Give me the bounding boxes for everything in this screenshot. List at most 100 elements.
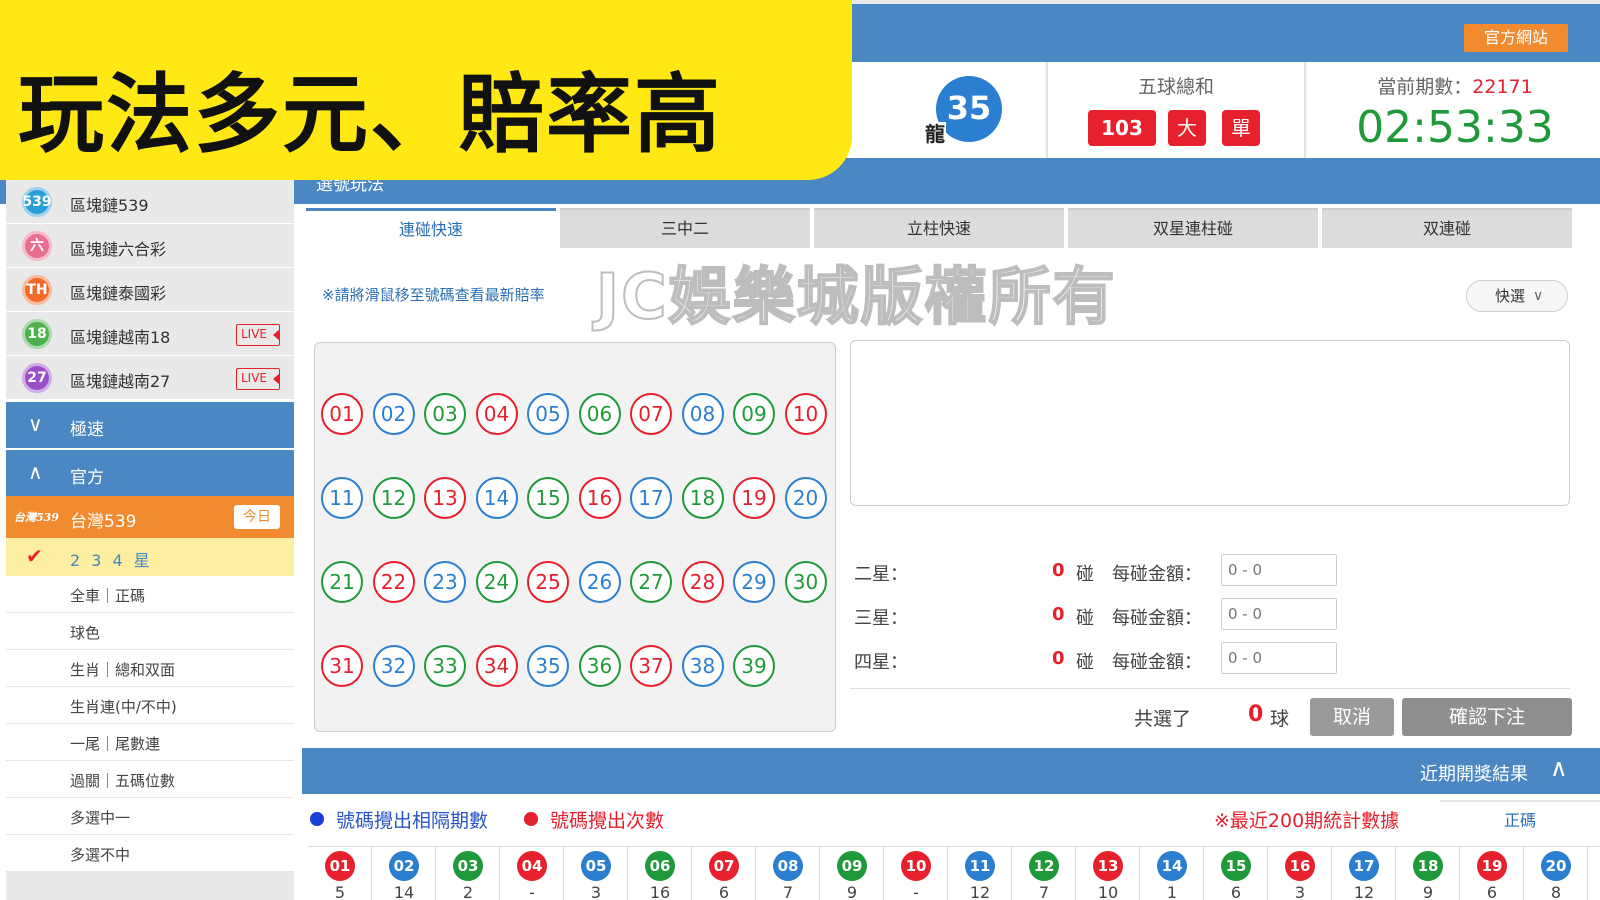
red-dot-icon xyxy=(524,812,538,826)
number-ball[interactable]: 32 xyxy=(372,645,415,687)
lottery-icon: TH xyxy=(22,275,52,305)
result-cell: 12 7 xyxy=(1012,847,1076,900)
number-ball[interactable]: 18 xyxy=(681,477,724,519)
number-ball[interactable]: 34 xyxy=(475,645,518,687)
combo-unit: 碰 xyxy=(1076,564,1094,585)
sidebar: 539 區塊鏈539 六區塊鏈六合彩 TH 區塊鏈泰國彩 18 區塊鏈越南18 LIVE 27 區… xyxy=(6,180,294,900)
quick-select-dropdown[interactable]: 快選 ∨ xyxy=(1466,280,1568,312)
number-ball[interactable]: 03 xyxy=(424,393,466,435)
sum-big-badge: 大 xyxy=(1168,110,1206,146)
sidebar-sub-item[interactable]: 全車｜正碼 xyxy=(6,576,294,613)
number-ball[interactable]: 19 xyxy=(733,477,775,519)
number-ball[interactable]: 38 xyxy=(681,645,724,687)
sidebar-sub-item[interactable]: 生肖連(中/不中) xyxy=(6,687,294,724)
result-ball: 08 xyxy=(773,851,803,881)
sidebar-sub-item[interactable]: 過關｜五碼位數 xyxy=(6,761,294,798)
number-ball[interactable]: 35 xyxy=(527,645,569,687)
number-ball[interactable]: 15 xyxy=(527,477,569,519)
tab-zhengma[interactable]: 正碼 xyxy=(1440,800,1600,840)
number-ball[interactable]: 23 xyxy=(424,561,466,603)
number-ball[interactable]: 13 xyxy=(424,477,466,519)
number-ball[interactable]: 29 xyxy=(733,561,775,603)
result-cell: 03 2 xyxy=(436,847,500,900)
sidebar-sub-label: 多選中一 xyxy=(70,809,131,827)
recent-results-bar[interactable]: 近期開獎結果 ∧ xyxy=(302,748,1600,794)
tab-play-3[interactable]: 双星連柱碰 xyxy=(1068,208,1318,248)
number-ball[interactable]: 25 xyxy=(527,561,569,603)
sidebar-sub-item[interactable]: 多選中一 xyxy=(6,798,294,835)
sidebar-sub-item[interactable]: 一尾｜尾數連 xyxy=(6,724,294,761)
amount-input[interactable] xyxy=(1221,642,1337,674)
sidebar-sub-item[interactable]: 球色 xyxy=(6,613,294,650)
divider xyxy=(1304,62,1306,158)
number-ball[interactable]: 20 xyxy=(784,477,827,519)
number-ball[interactable]: 39 xyxy=(733,645,775,687)
number-ball[interactable]: 22 xyxy=(372,561,415,603)
confirm-bet-button[interactable]: 確認下注 xyxy=(1402,698,1572,736)
amount-input[interactable] xyxy=(1221,598,1337,630)
official-site-button[interactable]: 官方網站 xyxy=(1464,24,1568,52)
result-value: 3 xyxy=(1294,883,1306,900)
results-legend: 號碼攪出相隔期數 號碼攪出次數 ※最近200期統計數據 正碼 xyxy=(302,796,1600,842)
result-cell: 14 1 xyxy=(1140,847,1204,900)
number-ball[interactable]: 11 xyxy=(321,477,363,519)
sidebar-category-fast[interactable]: ∨ 極速 xyxy=(6,402,294,448)
result-ball: 13 xyxy=(1093,851,1123,881)
number-ball[interactable]: 17 xyxy=(630,477,672,519)
number-ball[interactable]: 26 xyxy=(578,561,621,603)
sidebar-sub-item[interactable]: 生肖｜總和双面 xyxy=(6,650,294,687)
recent-results-title: 近期開獎結果 xyxy=(1420,764,1528,785)
number-ball[interactable]: 01 xyxy=(321,393,363,435)
number-ball[interactable]: 14 xyxy=(475,477,518,519)
tab-play-4[interactable]: 双連碰 xyxy=(1322,208,1572,248)
star-label: 三星： xyxy=(854,608,908,629)
number-ball[interactable]: 12 xyxy=(372,477,415,519)
number-ball[interactable]: 05 xyxy=(527,393,569,435)
sidebar-sub-label: 多選不中 xyxy=(70,846,131,864)
number-ball[interactable]: 27 xyxy=(630,561,672,603)
sidebar-item[interactable]: 27 區塊鏈越南27 LIVE xyxy=(6,356,294,400)
number-ball[interactable]: 36 xyxy=(578,645,621,687)
sidebar-item[interactable]: 六區塊鏈六合彩 xyxy=(6,224,294,268)
lottery-icon: 六 xyxy=(22,231,52,261)
tab-play-0[interactable]: 連碰快速 xyxy=(306,208,556,252)
sidebar-item-label: 區塊鏈六合彩 xyxy=(70,240,167,259)
sidebar-sub-234-star[interactable]: ✔ 2 3 4 星 xyxy=(6,538,294,576)
result-cell: 04 - xyxy=(500,847,564,900)
number-ball[interactable]: 08 xyxy=(681,393,724,435)
number-ball[interactable]: 06 xyxy=(578,393,621,435)
today-badge[interactable]: 今日 xyxy=(234,505,280,529)
number-ball[interactable]: 04 xyxy=(475,393,518,435)
number-ball[interactable]: 24 xyxy=(475,561,518,603)
number-ball[interactable]: 28 xyxy=(681,561,724,603)
number-ball[interactable]: 07 xyxy=(630,393,672,435)
number-ball[interactable]: 30 xyxy=(784,561,827,603)
number-ball[interactable]: 21 xyxy=(321,561,363,603)
number-ball[interactable]: 33 xyxy=(424,645,466,687)
number-ball[interactable]: 16 xyxy=(578,477,621,519)
sidebar-category-official[interactable]: ∧ 官方 xyxy=(6,450,294,496)
number-ball[interactable]: 31 xyxy=(321,645,363,687)
result-value: 12 xyxy=(969,883,991,900)
result-ball: 06 xyxy=(645,851,675,881)
result-ball: 10 xyxy=(901,851,931,881)
result-value: 2 xyxy=(462,883,474,900)
result-cell: 06 16 xyxy=(628,847,692,900)
number-ball[interactable]: 09 xyxy=(733,393,775,435)
tab-play-1[interactable]: 三中二 xyxy=(560,208,810,248)
sidebar-item[interactable]: TH 區塊鏈泰國彩 xyxy=(6,268,294,312)
number-ball[interactable]: 37 xyxy=(630,645,672,687)
legend-red-label: 號碼攪出次數 xyxy=(550,810,665,832)
number-ball[interactable]: 10 xyxy=(784,393,827,435)
result-cell: 20 8 xyxy=(1524,847,1588,900)
result-value: 9 xyxy=(1422,883,1434,900)
cancel-button[interactable]: 取消 xyxy=(1310,698,1394,736)
amount-input[interactable] xyxy=(1221,554,1337,586)
sidebar-item[interactable]: 18 區塊鏈越南18 LIVE xyxy=(6,312,294,356)
chevron-down-icon: ∨ xyxy=(28,412,43,436)
tab-play-2[interactable]: 立柱快速 xyxy=(814,208,1064,248)
number-ball[interactable]: 02 xyxy=(372,393,415,435)
sidebar-item-taiwan539[interactable]: 台灣539 台灣539 今日 xyxy=(6,496,294,538)
sidebar-sub-item[interactable]: 多選不中 xyxy=(6,835,294,872)
sidebar-item[interactable]: 539 區塊鏈539 xyxy=(6,180,294,224)
